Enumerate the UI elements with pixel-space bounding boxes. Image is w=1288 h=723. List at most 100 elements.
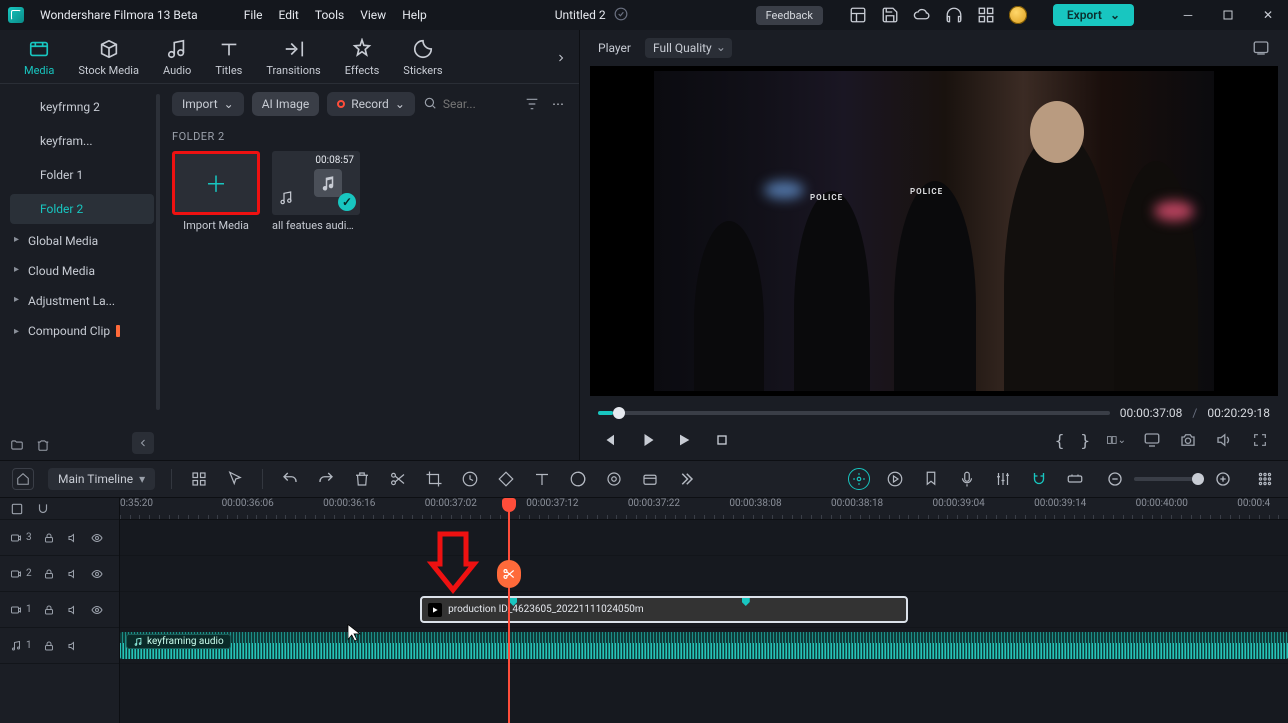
- media-tile-audio[interactable]: 00:08:57 ✓ all featues audio 1: [272, 151, 360, 232]
- menu-file[interactable]: File: [244, 8, 263, 22]
- track-magnet-icon[interactable]: [36, 502, 50, 516]
- snapshot-settings-icon[interactable]: [1252, 39, 1270, 57]
- visibility-icon[interactable]: [90, 567, 104, 581]
- track-header-v1[interactable]: 1: [0, 592, 119, 628]
- fullscreen-icon[interactable]: [1250, 430, 1270, 450]
- more-tabs-icon[interactable]: [555, 48, 567, 71]
- link-icon[interactable]: [1064, 468, 1086, 490]
- save-icon[interactable]: [881, 6, 899, 24]
- color-icon[interactable]: [567, 468, 589, 490]
- speed-icon[interactable]: [459, 468, 481, 490]
- apps-icon[interactable]: [977, 6, 995, 24]
- sidebar-item-adjustment-layer[interactable]: Adjustment La...: [10, 286, 160, 316]
- mask-icon[interactable]: [639, 468, 661, 490]
- mark-in-icon[interactable]: {: [1055, 431, 1065, 450]
- tab-media[interactable]: Media: [24, 38, 54, 77]
- sidebar-item-keyfrmng2[interactable]: keyfrmng 2: [10, 92, 154, 122]
- playhead[interactable]: [508, 498, 510, 723]
- lock-icon[interactable]: [42, 639, 56, 653]
- lane-v3[interactable]: [120, 520, 1288, 556]
- mute-icon[interactable]: [66, 567, 80, 581]
- export-button[interactable]: Export ⌄: [1053, 4, 1134, 26]
- mark-out-icon[interactable]: }: [1080, 431, 1090, 450]
- menu-view[interactable]: View: [360, 8, 386, 22]
- search-field[interactable]: [423, 96, 515, 113]
- zoom-out-icon[interactable]: [1104, 468, 1126, 490]
- lane-a1[interactable]: keyframing audio: [120, 628, 1288, 664]
- lock-icon[interactable]: [42, 603, 56, 617]
- sidebar-item-folder2[interactable]: Folder 2: [10, 194, 154, 224]
- import-media-box[interactable]: ＋: [172, 151, 260, 215]
- redo-icon[interactable]: [315, 468, 337, 490]
- lane-v2[interactable]: [120, 556, 1288, 592]
- audio-clip[interactable]: keyframing audio: [120, 632, 1288, 659]
- sidebar-item-keyfram[interactable]: keyfram...: [10, 126, 154, 156]
- quality-select[interactable]: Full Quality: [645, 38, 732, 58]
- split-icon[interactable]: [387, 468, 409, 490]
- volume-icon[interactable]: [1214, 430, 1234, 450]
- import-button[interactable]: Import ⌄: [172, 92, 244, 116]
- delete-icon[interactable]: [351, 468, 373, 490]
- zoom-slider[interactable]: [1134, 477, 1204, 481]
- more-tools-icon[interactable]: [675, 468, 697, 490]
- media-tile-box[interactable]: 00:08:57 ✓: [272, 151, 360, 215]
- lane-v1[interactable]: production ID_4623605_20221111024050m: [120, 592, 1288, 628]
- display-icon[interactable]: [1142, 430, 1162, 450]
- tab-transitions[interactable]: Transitions: [266, 38, 320, 77]
- camera-icon[interactable]: [1178, 430, 1198, 450]
- track-body[interactable]: 0:35:2000:00:36:0600:00:36:1600:00:37:02…: [120, 498, 1288, 723]
- credits-icon[interactable]: [1009, 6, 1027, 24]
- render-icon[interactable]: [884, 468, 906, 490]
- search-input[interactable]: [443, 97, 483, 111]
- compare-icon[interactable]: ⌄: [1106, 430, 1126, 450]
- ai-image-button[interactable]: AI Image: [252, 92, 319, 116]
- mixer-icon[interactable]: [992, 468, 1014, 490]
- mute-icon[interactable]: [66, 639, 80, 653]
- text-icon[interactable]: [531, 468, 553, 490]
- video-clip[interactable]: production ID_4623605_20221111024050m: [420, 596, 908, 623]
- headphones-icon[interactable]: [945, 6, 963, 24]
- tab-audio[interactable]: Audio: [163, 38, 191, 77]
- keyframe-icon[interactable]: [495, 468, 517, 490]
- visibility-icon[interactable]: [90, 531, 104, 545]
- sidebar-item-compound-clip[interactable]: Compound Clip: [10, 316, 160, 346]
- magnetic-icon[interactable]: [1028, 468, 1050, 490]
- player-progress[interactable]: 00:00:37:08 / 00:20:29:18: [584, 396, 1284, 424]
- collapse-sidebar-icon[interactable]: [132, 432, 154, 454]
- track-add-icon[interactable]: [10, 502, 24, 516]
- clip-marker-icon[interactable]: [742, 596, 750, 606]
- timeline-home-icon[interactable]: [12, 468, 34, 490]
- sidebar-item-folder1[interactable]: Folder 1: [10, 160, 154, 190]
- zoom-in-icon[interactable]: [1212, 468, 1234, 490]
- tab-stock-media[interactable]: Stock Media: [78, 38, 139, 77]
- motion-icon[interactable]: [603, 468, 625, 490]
- menu-edit[interactable]: Edit: [279, 8, 299, 22]
- playhead-cap[interactable]: [502, 498, 516, 512]
- new-folder-icon[interactable]: [10, 438, 24, 452]
- tool-pointer-icon[interactable]: [224, 468, 246, 490]
- sidebar-scrollbar[interactable]: [156, 94, 160, 410]
- play-pause-icon[interactable]: [636, 430, 656, 450]
- ai-tools-icon[interactable]: [848, 468, 870, 490]
- marker-icon[interactable]: [920, 468, 942, 490]
- track-header-v2[interactable]: 2: [0, 556, 119, 592]
- progress-knob[interactable]: [613, 407, 625, 419]
- mute-icon[interactable]: [66, 603, 80, 617]
- prev-frame-icon[interactable]: [598, 430, 618, 450]
- sidebar-item-global-media[interactable]: Global Media: [10, 226, 160, 256]
- visibility-icon[interactable]: [90, 603, 104, 617]
- window-maximize[interactable]: [1216, 3, 1240, 27]
- cloud-icon[interactable]: [913, 6, 931, 24]
- progress-track[interactable]: [598, 411, 1110, 415]
- menu-tools[interactable]: Tools: [315, 8, 344, 22]
- window-minimize[interactable]: ─: [1176, 3, 1200, 27]
- window-close[interactable]: ✕: [1256, 3, 1280, 27]
- track-options-icon[interactable]: [1254, 468, 1276, 490]
- import-media-tile[interactable]: ＋ Import Media: [172, 151, 260, 232]
- track-header-a1[interactable]: 1: [0, 628, 119, 664]
- track-header-v3[interactable]: 3: [0, 520, 119, 556]
- lock-icon[interactable]: [42, 567, 56, 581]
- record-button[interactable]: Record ⌄: [327, 92, 415, 116]
- lock-icon[interactable]: [42, 531, 56, 545]
- menu-help[interactable]: Help: [402, 8, 427, 22]
